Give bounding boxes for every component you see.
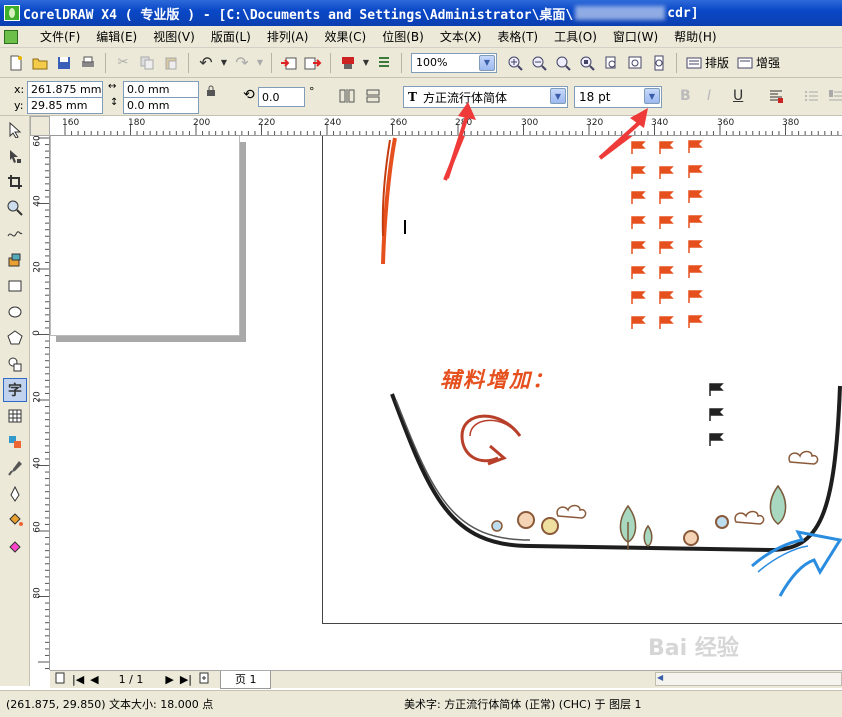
- v-ruler-label: 20: [32, 391, 43, 403]
- freehand-tool-icon[interactable]: [3, 222, 27, 246]
- table-tool-icon[interactable]: [3, 404, 27, 428]
- outline-pen-tool-icon[interactable]: [3, 482, 27, 506]
- status-object-info: 美术字: 方正流行体简体 (正常) (CHC) 于 图层 1: [404, 698, 642, 711]
- fill-tool-icon[interactable]: [3, 508, 27, 532]
- drawing-canvas[interactable]: 辅料增加：: [50, 136, 842, 670]
- interactive-fill-tool-icon[interactable]: [3, 534, 27, 558]
- first-page-icon[interactable]: |◀: [72, 673, 84, 686]
- annotation-arrows-top: [445, 102, 648, 179]
- basic-shapes-tool-icon[interactable]: [3, 352, 27, 376]
- v-ruler-label: 20: [32, 261, 43, 273]
- v-ruler-label: 40: [32, 457, 43, 469]
- page-tab-1[interactable]: 页 1: [219, 670, 272, 689]
- status-bar: (261.875, 29.850) 文本大小: 18.000 点 美术字: 方正…: [0, 690, 842, 717]
- red-annotation-arrowhead: [458, 102, 476, 120]
- baidu-watermark: Bai 经验: [648, 636, 739, 661]
- red-annotation-arrow: [598, 120, 642, 160]
- v-ruler-label: 60: [32, 521, 43, 533]
- polygon-tool-icon[interactable]: [3, 326, 27, 350]
- page-options-icon[interactable]: [54, 672, 66, 687]
- horizontal-scrollbar[interactable]: ◀: [655, 672, 842, 686]
- v-ruler-label: 80: [32, 587, 43, 599]
- eyedropper-tool-icon[interactable]: [3, 456, 27, 480]
- next-page-icon[interactable]: ▶: [165, 673, 173, 686]
- annotation-arrows: [443, 136, 633, 181]
- text-tool-icon[interactable]: 字: [3, 378, 27, 402]
- add-page-icon[interactable]: [198, 672, 210, 687]
- smart-fill-tool-icon[interactable]: [3, 248, 27, 272]
- last-page-icon[interactable]: ▶|: [180, 673, 192, 686]
- rectangle-tool-icon[interactable]: [3, 274, 27, 298]
- ellipse-tool-icon[interactable]: [3, 300, 27, 324]
- scroll-left-icon[interactable]: ◀: [657, 673, 663, 682]
- toolbox: 字: [0, 116, 30, 686]
- v-ruler-label: 0: [31, 330, 42, 336]
- page-counter: 1 / 1: [118, 673, 144, 686]
- page-tab-label: 页 1: [234, 673, 257, 686]
- red-annotation-arrow: [445, 115, 469, 179]
- vertical-ruler[interactable]: 60 40 20 0 20 40 60 80: [30, 136, 50, 670]
- status-coordinates: (261.875, 29.850) 文本大小: 18.000 点: [6, 698, 214, 711]
- previous-page-icon[interactable]: ◀: [90, 673, 98, 686]
- interactive-blend-tool-icon[interactable]: [3, 430, 27, 454]
